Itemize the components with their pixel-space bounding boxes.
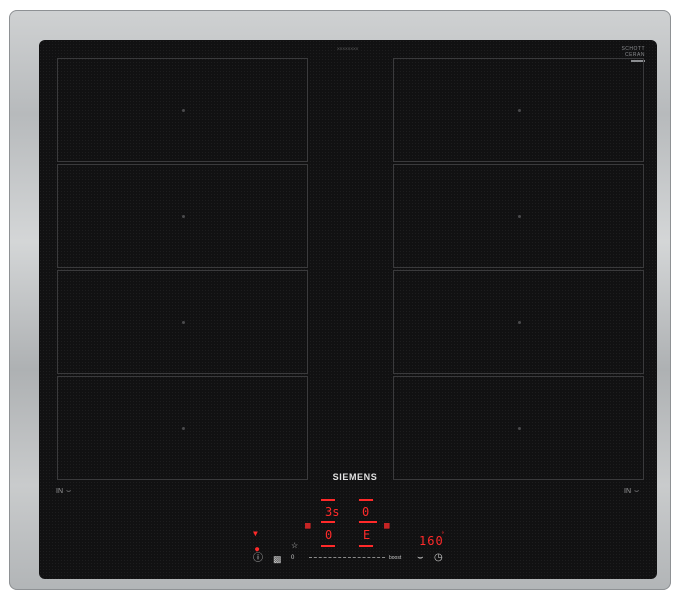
zone-center-dot	[181, 321, 185, 324]
cooking-zone-left-1[interactable]	[57, 58, 308, 162]
zone-center-dot	[517, 215, 521, 218]
left-zone-power-display[interactable]: 3s	[325, 506, 339, 518]
power-slider[interactable]	[309, 557, 385, 560]
serial-marking: XXXXXXXX	[337, 46, 359, 51]
frying-sensor-icon[interactable]: ⌣	[417, 553, 424, 563]
brand-logo: SIEMENS	[332, 472, 378, 482]
zone-center-dot	[517, 321, 521, 324]
left-zone-indicator-line-2	[321, 521, 335, 523]
left-zone-bottom-line	[321, 545, 335, 547]
left-zone-lower-display[interactable]: 0	[325, 529, 332, 541]
info-icon[interactable]: ⓘ	[253, 554, 263, 564]
pan-sensor-icon: ⌣	[634, 486, 640, 495]
cooking-zone-left-3[interactable]	[57, 270, 308, 374]
cooking-zone-right-4[interactable]	[393, 376, 644, 480]
left-induction-text: IN	[56, 488, 63, 495]
cooking-zone-left-2[interactable]	[57, 164, 308, 268]
cooking-zone-right-2[interactable]	[393, 164, 644, 268]
temperature-unit-mark: °	[441, 531, 445, 538]
zone-center-dot	[181, 427, 185, 430]
right-zone-indicator-line-2	[359, 521, 377, 523]
left-induction-label: IN ⌣	[56, 486, 71, 496]
right-zone-lower-display[interactable]: E	[363, 529, 370, 541]
slider-min-label: 0	[291, 555, 295, 561]
power-indicator-icon: ▼	[253, 529, 258, 538]
right-induction-text: IN	[624, 488, 631, 495]
cooking-zone-right-1[interactable]	[393, 58, 644, 162]
star-icon[interactable]: ☆	[291, 541, 298, 551]
left-zone-selector-icon[interactable]: ▦	[305, 520, 310, 532]
right-zone-bottom-line	[359, 545, 373, 547]
cooking-zone-left-4[interactable]	[57, 376, 308, 480]
right-zone-power-display[interactable]: 0	[362, 506, 369, 518]
cooking-zone-right-3[interactable]	[393, 270, 644, 374]
ceramic-glass-surface: XXXXXXXX SCHOTT CERAN IN⌣ IN⌣ SIEMENS	[39, 40, 657, 579]
temperature-display[interactable]: 160	[419, 535, 444, 547]
lock-icon[interactable]: ▩	[273, 554, 282, 564]
zone-center-dot	[181, 215, 185, 218]
left-flex-zone[interactable]	[57, 58, 308, 482]
right-induction-label: IN ⌣	[624, 486, 639, 496]
zone-center-dot	[181, 109, 185, 112]
right-flex-zone[interactable]	[393, 58, 644, 482]
pan-sensor-icon: ⌣	[66, 486, 72, 495]
stainless-steel-frame: XXXXXXXX SCHOTT CERAN IN⌣ IN⌣ SIEMENS	[9, 10, 671, 590]
left-zone-indicator-line	[321, 499, 335, 501]
zone-center-dot	[517, 427, 521, 430]
right-zone-selector-icon[interactable]: ▦	[384, 520, 389, 532]
zone-center-dot	[517, 109, 521, 112]
slider-max-label: boost	[389, 555, 402, 561]
clock-icon[interactable]: ◷	[434, 553, 443, 563]
right-zone-indicator-line	[359, 499, 373, 501]
